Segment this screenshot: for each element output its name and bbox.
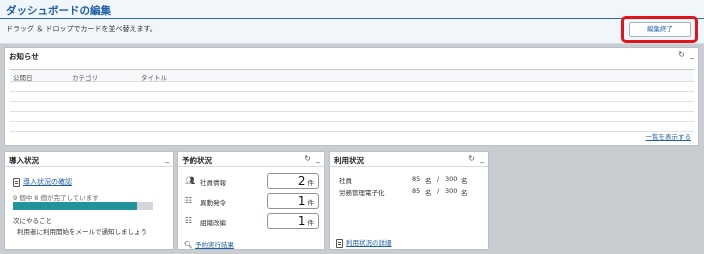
- document-icon: [336, 238, 343, 248]
- news-card[interactable]: お知らせ ↻ _ 公開日 カテゴリ タイトル 一覧を表示する: [4, 47, 699, 146]
- usage-card-tools: ↻ _: [463, 154, 484, 163]
- clipboard-icon: [13, 177, 20, 187]
- usage-unit: 名: [425, 189, 432, 197]
- reservation-count-box[interactable]: 1件: [267, 213, 319, 229]
- reservation-row-transfer: ☷ 異動発令 1件: [185, 193, 319, 210]
- progress-bar: [13, 202, 153, 210]
- minimize-icon[interactable]: _: [165, 154, 169, 163]
- reservation-label: 社員情報: [200, 179, 226, 187]
- reservation-count-box[interactable]: 1件: [267, 193, 319, 209]
- reservation-row-employee: 👥︎ 社員情報 2件: [185, 173, 319, 190]
- minimize-icon[interactable]: _: [316, 154, 320, 163]
- reservation-results-link[interactable]: 🔍︎ 予約実行結果: [184, 239, 234, 249]
- page-title: ダッシュボードの編集: [6, 5, 111, 17]
- refresh-icon[interactable]: ↻: [678, 50, 685, 59]
- usage-total: 300: [445, 175, 458, 183]
- usage-separator: /: [437, 187, 440, 195]
- panel-divider: [5, 166, 173, 167]
- usage-unit-total: 名: [461, 189, 468, 197]
- onboarding-status-link-text[interactable]: 導入状況の確認: [23, 178, 72, 186]
- news-card-tools: ↻ _: [673, 50, 694, 59]
- usage-details-link-text[interactable]: 利用状況の詳細: [346, 239, 392, 247]
- reservation-row-reorg: ☷ 組織改編 1件: [185, 213, 319, 230]
- usage-details-link[interactable]: 利用状況の詳細: [336, 237, 392, 248]
- reservation-card-title: 予約状況: [182, 156, 212, 165]
- news-card-title: お知らせ: [9, 52, 39, 61]
- usage-count: 85: [412, 175, 421, 183]
- refresh-icon[interactable]: ↻: [468, 154, 475, 163]
- org-chart-icon: ☷: [185, 196, 193, 205]
- people-icon: 👥︎: [185, 176, 196, 185]
- reservation-results-link-text[interactable]: 予約実行結果: [195, 241, 234, 249]
- reservation-count: 2: [297, 174, 306, 188]
- table-row: [10, 82, 694, 92]
- news-table: 公開日 カテゴリ タイトル: [10, 69, 694, 132]
- title-divider: [0, 18, 704, 19]
- column-header-category: カテゴリ: [72, 74, 98, 82]
- usage-unit: 名: [425, 177, 432, 185]
- reservation-card-tools: ↻ _: [299, 154, 320, 163]
- reservation-unit: 件: [307, 199, 315, 207]
- onboarding-card-title: 導入状況: [9, 156, 39, 165]
- table-row: [10, 112, 694, 122]
- table-row: [10, 122, 694, 132]
- onboarding-status-link[interactable]: 導入状況の確認: [13, 177, 72, 187]
- page-header: ダッシュボードの編集 ドラッグ ＆ ドロップでカードを並べ替えます。 編集終了: [0, 0, 704, 44]
- hierarchy-icon: ☷: [185, 216, 193, 225]
- news-table-header: 公開日 カテゴリ タイトル: [10, 70, 694, 82]
- reservation-count: 1: [297, 214, 306, 228]
- usage-card[interactable]: 利用状況 ↻ _ 社員 85 名 / 300 名 労務管理電子化 85 名 / 3…: [329, 151, 489, 250]
- usage-count: 85: [412, 187, 421, 195]
- next-action-label: 次にやること: [13, 217, 52, 225]
- usage-card-title: 利用状況: [334, 156, 364, 165]
- progress-text: 9 個中 8 個が完了しています: [13, 194, 99, 202]
- show-all-news-link[interactable]: 一覧を表示する: [646, 131, 692, 141]
- reservation-count-box[interactable]: 2件: [267, 173, 319, 189]
- usage-label: 社員: [339, 177, 352, 185]
- search-icon: 🔍︎: [184, 241, 193, 249]
- reservation-unit: 件: [307, 219, 315, 227]
- column-header-title: タイトル: [141, 74, 167, 82]
- panel-divider: [330, 166, 488, 167]
- refresh-icon[interactable]: ↻: [304, 154, 311, 163]
- reservation-label: 異動発令: [200, 199, 226, 207]
- onboarding-card-tools: _: [160, 154, 169, 163]
- table-row: [10, 92, 694, 102]
- reservation-count: 1: [297, 194, 306, 208]
- page-subtitle: ドラッグ ＆ ドロップでカードを並べ替えます。: [6, 25, 157, 33]
- table-row: [10, 102, 694, 112]
- usage-label: 労務管理電子化: [339, 189, 385, 197]
- usage-separator: /: [437, 175, 440, 183]
- minimize-icon[interactable]: _: [690, 50, 694, 59]
- usage-unit-total: 名: [461, 177, 468, 185]
- onboarding-card[interactable]: 導入状況 _ 導入状況の確認 9 個中 8 個が完了しています 次にやること 利…: [4, 151, 174, 250]
- reservation-label: 組織改編: [200, 219, 226, 227]
- panel-divider: [178, 166, 324, 167]
- reservation-unit: 件: [307, 179, 315, 187]
- finish-editing-button[interactable]: 編集終了: [629, 22, 691, 37]
- column-header-date: 公開日: [13, 74, 33, 82]
- progress-bar-fill: [13, 202, 138, 210]
- usage-total: 300: [445, 187, 458, 195]
- next-action-item: 利用者に利用開始をメールで通知しましょう: [17, 228, 147, 236]
- reservation-card[interactable]: 予約状況 ↻ _ 👥︎ 社員情報 2件 ☷ 異動発令 1件 ☷ 組織改編 1件 🔍…: [177, 151, 325, 250]
- minimize-icon[interactable]: _: [480, 154, 484, 163]
